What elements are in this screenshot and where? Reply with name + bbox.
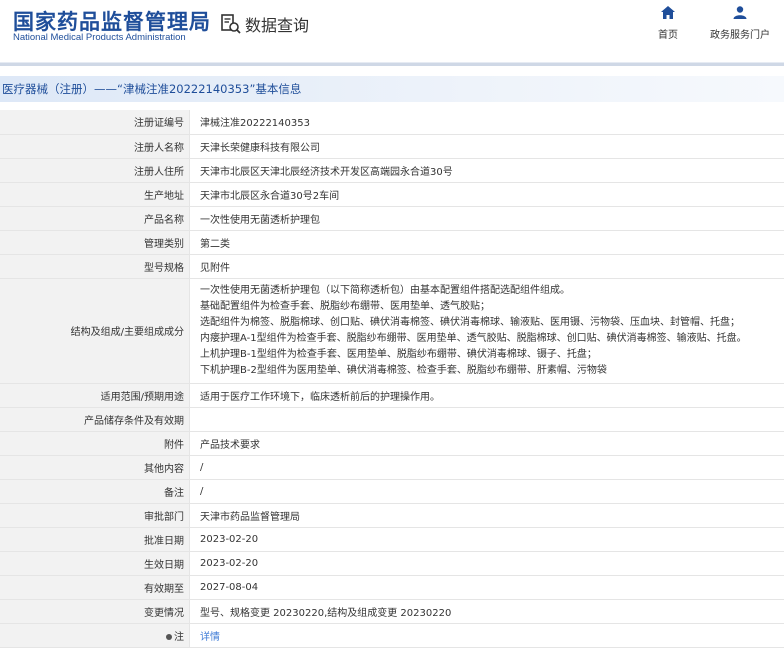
field-value: 2023-02-20: [189, 527, 784, 552]
table-row: 备注 /: [0, 479, 784, 504]
structure-value: 一次性使用无菌透析护理包（以下简称透析包）由基本配置组件搭配选配组件组成。 基础…: [189, 278, 784, 384]
field-label: 注册人名称: [0, 134, 190, 159]
field-label: 产品储存条件及有效期: [0, 407, 190, 432]
nav-portal[interactable]: 政务服务门户: [708, 6, 772, 41]
structure-line: 下机护理B-2型组件为医用垫单、碘伏消毒棉签、检查手套、脱脂纱布绷带、肝素帽、污…: [200, 364, 607, 376]
note-value-cell: 详情: [189, 623, 784, 648]
field-label: 其他内容: [0, 455, 190, 480]
dot-icon: [166, 633, 172, 640]
field-label: 批准日期: [0, 527, 190, 552]
field-label: 注册证编号: [0, 110, 190, 135]
header-divider: [0, 62, 784, 66]
table-row: 产品名称 一次性使用无菌透析护理包: [0, 206, 784, 231]
field-label: 变更情况: [0, 599, 190, 624]
field-label: 管理类别: [0, 230, 190, 255]
field-value: 型号、规格变更 20230220,结构及组成变更 20230220: [189, 599, 784, 624]
table-row: 审批部门 天津市药品监督管理局: [0, 503, 784, 528]
field-label: 结构及组成/主要组成成分: [0, 278, 190, 384]
field-value: 2027-08-04: [189, 575, 784, 600]
table-row: 批准日期 2023-02-20: [0, 527, 784, 552]
field-value: 见附件: [189, 254, 784, 279]
field-value: 津械注准20222140353: [189, 110, 784, 135]
field-value: /: [189, 479, 784, 504]
field-label: 备注: [0, 479, 190, 504]
field-label: 型号规格: [0, 254, 190, 279]
table-row: 其他内容 /: [0, 455, 784, 480]
nav-home[interactable]: 首页: [638, 6, 698, 41]
field-value: [189, 407, 784, 432]
field-label: 生产地址: [0, 182, 190, 207]
structure-line: 基础配置组件为检查手套、脱脂纱布绷带、医用垫单、透气胶贴；: [200, 300, 490, 312]
detail-table: 注册证编号 津械注准20222140353 注册人名称 天津长荣健康科技有限公司 注…: [0, 110, 784, 648]
table-row: 附件 产品技术要求: [0, 431, 784, 456]
user-icon: [733, 6, 747, 19]
table-row: 适用范围/预期用途 适用于医疗工作环境下，临床透析前后的护理操作用。: [0, 383, 784, 408]
table-row: 注册证编号 津械注准20222140353: [0, 110, 784, 135]
detail-link[interactable]: 详情: [200, 632, 220, 643]
note-label: 注: [174, 631, 184, 643]
table-row-structure: 结构及组成/主要组成成分 一次性使用无菌透析护理包（以下简称透析包）由基本配置组…: [0, 278, 784, 384]
field-value: 一次性使用无菌透析护理包: [189, 206, 784, 231]
field-value: 适用于医疗工作环境下，临床透析前后的护理操作用。: [189, 383, 784, 408]
field-label: 附件: [0, 431, 190, 456]
structure-line: 内瘘护理A-1型组件为检查手套、脱脂纱布绷带、医用垫单、透气胶贴、脱脂棉球、创口…: [200, 332, 747, 344]
field-value: 天津市药品监督管理局: [189, 503, 784, 528]
structure-line: 选配组件为棉签、脱脂棉球、创口贴、碘伏消毒棉签、碘伏消毒棉球、输液贴、医用镊、污…: [200, 316, 740, 328]
table-row: 型号规格 见附件: [0, 254, 784, 279]
data-query-label: 数据查询: [245, 16, 310, 35]
field-label: 审批部门: [0, 503, 190, 528]
field-value: 产品技术要求: [189, 431, 784, 456]
table-row: 变更情况 型号、规格变更 20230220,结构及组成变更 20230220: [0, 599, 784, 624]
document-search-icon: [221, 14, 241, 34]
table-row: 注册人名称 天津长荣健康科技有限公司: [0, 134, 784, 159]
field-value: 天津市北辰区天津北辰经济技术开发区高端园永合道30号: [189, 158, 784, 183]
nav-home-label: 首页: [658, 30, 678, 41]
page-title: 医疗器械（注册）——“津械注准20222140353”基本信息: [0, 76, 784, 102]
table-row: 生产地址 天津市北辰区永合道30号2车间: [0, 182, 784, 207]
note-label-cell: 注: [0, 623, 190, 648]
field-label: 产品名称: [0, 206, 190, 231]
table-row: 有效期至 2027-08-04: [0, 575, 784, 600]
nav-portal-label: 政务服务门户: [710, 30, 770, 41]
field-label: 生效日期: [0, 551, 190, 576]
field-label: 有效期至: [0, 575, 190, 600]
structure-line: 一次性使用无菌透析护理包（以下简称透析包）由基本配置组件搭配选配组件组成。: [200, 284, 570, 296]
structure-line: 上机护理B-1型组件为检查手套、医用垫单、脱脂纱布绷带、碘伏消毒棉球、镊子、托盘…: [200, 348, 597, 360]
site-header: 国家药品监督管理局 National Medical Products Admi…: [0, 0, 784, 62]
site-logo-en[interactable]: National Medical Products Administration: [13, 32, 186, 43]
field-label: 适用范围/预期用途: [0, 383, 190, 408]
field-value: 天津市北辰区永合道30号2车间: [189, 182, 784, 207]
field-value: 2023-02-20: [189, 551, 784, 576]
field-value: 天津长荣健康科技有限公司: [189, 134, 784, 159]
table-row: 注册人住所 天津市北辰区天津北辰经济技术开发区高端园永合道30号: [0, 158, 784, 183]
home-icon: [661, 6, 675, 19]
table-row-note: 注 详情: [0, 623, 784, 648]
field-value: 第二类: [189, 230, 784, 255]
field-value: /: [189, 455, 784, 480]
table-row: 产品储存条件及有效期: [0, 407, 784, 432]
table-row: 管理类别 第二类: [0, 230, 784, 255]
field-label: 注册人住所: [0, 158, 190, 183]
table-row: 生效日期 2023-02-20: [0, 551, 784, 576]
data-query-heading: 数据查询: [220, 12, 309, 36]
